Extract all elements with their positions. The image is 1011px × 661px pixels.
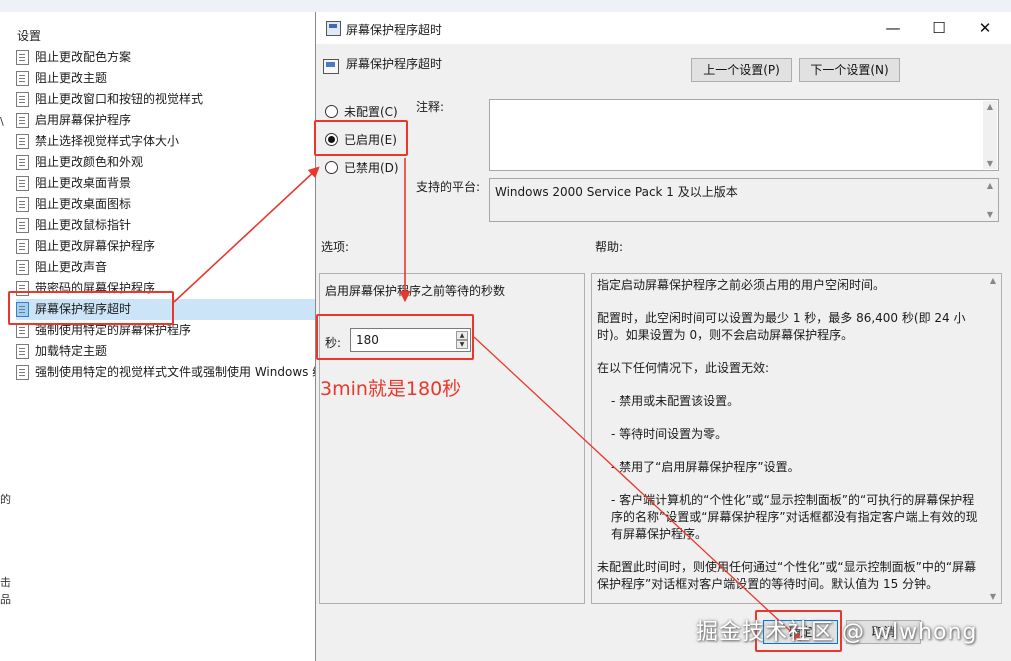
platform-scrollbar[interactable]: ▲ ▼ xyxy=(983,180,997,220)
watermark: 掘金技术社区 @ wlwhong xyxy=(696,620,978,645)
next-setting-button[interactable]: 下一个设置(N) xyxy=(799,58,900,82)
edge-text-fragment: \ xyxy=(0,115,4,128)
policy-setting-icon xyxy=(16,197,29,212)
policy-item[interactable]: 加载特定主题 xyxy=(16,341,316,362)
help-scrollbar[interactable]: ▲ ▼ xyxy=(986,275,1000,602)
policy-item[interactable]: 阻止更改鼠标指针 xyxy=(16,215,316,236)
annotation-box-policy-item xyxy=(8,291,174,325)
policy-setting-icon xyxy=(16,92,29,107)
policy-setting-icon xyxy=(16,344,29,359)
policy-list: 阻止更改配色方案 阻止更改主题 阻止更改窗口和按钮的视觉样式 启用屏幕保护程序 … xyxy=(16,47,316,383)
scroll-down-icon[interactable]: ▼ xyxy=(983,159,997,168)
radio-not-configured[interactable]: 未配置(C) xyxy=(325,103,398,120)
policy-title: 屏幕保护程序超时 xyxy=(346,57,443,71)
policy-setting-icon xyxy=(16,260,29,275)
prev-setting-button[interactable]: 上一个设置(P) xyxy=(691,58,792,82)
scroll-down-icon[interactable]: ▼ xyxy=(986,592,1000,601)
minimize-icon[interactable]: — xyxy=(870,12,916,44)
policy-item[interactable]: 阻止更改窗口和按钮的视觉样式 xyxy=(16,89,316,110)
scroll-up-icon[interactable]: ▲ xyxy=(983,102,997,111)
policy-item[interactable]: 阻止更改屏幕保护程序 xyxy=(16,236,316,257)
maximize-icon[interactable]: ☐ xyxy=(916,12,962,44)
policy-item[interactable]: 阻止更改配色方案 xyxy=(16,47,316,68)
help-text: 指定启动屏幕保护程序之前必须占用的用户空闲时间。 配置时，此空闲时间可以设置为最… xyxy=(597,277,982,609)
platform-value: Windows 2000 Service Pack 1 及以上版本 xyxy=(495,185,738,199)
annotation-box-seconds xyxy=(316,314,474,360)
scroll-up-icon[interactable]: ▲ xyxy=(986,276,1000,285)
scroll-down-icon[interactable]: ▼ xyxy=(983,210,997,219)
annotation-text: 3min就是180秒 xyxy=(320,378,462,400)
help-paragraph: 在以下任何情况下，此设置无效: xyxy=(597,361,770,375)
help-paragraph: 指定启动屏幕保护程序之前必须占用的用户空闲时间。 xyxy=(597,278,886,292)
edge-text-fragment: 击 xyxy=(0,576,11,589)
comment-scrollbar[interactable]: ▲ ▼ xyxy=(983,101,997,169)
policy-setting-icon xyxy=(16,218,29,233)
comment-label: 注释: xyxy=(416,100,445,114)
platform-label: 支持的平台: xyxy=(416,180,481,194)
help-panel: 指定启动屏幕保护程序之前必须占用的用户空闲时间。 配置时，此空闲时间可以设置为最… xyxy=(591,273,1002,604)
policy-item[interactable]: 阻止更改颜色和外观 xyxy=(16,152,316,173)
title-bar[interactable]: 屏幕保护程序超时 — ☐ ✕ xyxy=(316,12,1011,44)
policy-item[interactable]: 阻止更改主题 xyxy=(16,68,316,89)
help-paragraph: - 等待时间设置为零。 xyxy=(611,427,728,441)
policy-setting-icon xyxy=(16,113,29,128)
policy-list-header[interactable]: 设置 xyxy=(17,27,41,44)
annotation-box-enabled-radio xyxy=(314,120,408,156)
policy-item[interactable]: 阻止更改声音 xyxy=(16,257,316,278)
policy-setting-icon xyxy=(323,59,339,74)
policy-item[interactable]: 启用屏幕保护程序 xyxy=(16,110,316,131)
help-paragraph: 配置时，此空闲时间可以设置为最少 1 秒，最多 86,400 秒(即 24 小时… xyxy=(597,311,966,342)
platform-box: Windows 2000 Service Pack 1 及以上版本 ▲ ▼ xyxy=(489,178,999,222)
help-paragraph: - 禁用或未配置该设置。 xyxy=(611,394,740,408)
policy-item[interactable]: 禁止选择视觉样式字体大小 xyxy=(16,131,316,152)
policy-list-panel: 设置 阻止更改配色方案 阻止更改主题 阻止更改窗口和按钮的视觉样式 启用屏幕保护… xyxy=(0,0,1011,661)
scroll-up-icon[interactable]: ▲ xyxy=(983,181,997,190)
policy-setting-icon xyxy=(16,71,29,86)
radio-circle[interactable] xyxy=(325,161,338,174)
policy-setting-icon xyxy=(16,239,29,254)
help-paragraph: - 禁用了“启用屏幕保护程序”设置。 xyxy=(611,460,800,474)
comment-textarea[interactable]: ▲ ▼ xyxy=(489,99,999,171)
close-icon[interactable]: ✕ xyxy=(962,12,1008,44)
policy-setting-icon xyxy=(16,365,29,380)
radio-disabled[interactable]: 已禁用(D) xyxy=(325,159,399,176)
window-title: 屏幕保护程序超时 xyxy=(346,23,443,37)
radio-circle[interactable] xyxy=(325,105,338,118)
edge-text-fragment: 的 xyxy=(0,493,11,506)
policy-item[interactable]: 阻止更改桌面图标 xyxy=(16,194,316,215)
help-label: 帮助: xyxy=(595,240,624,254)
help-paragraph: - 客户端计算机的“个性化”或“显示控制面板”的“可执行的屏幕保护程序的名称”设… xyxy=(611,493,978,541)
policy-item[interactable]: 阻止更改桌面背景 xyxy=(16,173,316,194)
policy-setting-icon xyxy=(16,155,29,170)
policy-item[interactable]: 强制使用特定的视觉样式文件或强制使用 Windows 经 xyxy=(16,362,316,383)
options-description: 启用屏幕保护程序之前等待的秒数 xyxy=(325,284,506,298)
policy-setting-icon xyxy=(16,50,29,65)
help-paragraph: 未配置此时间时，则使用任何通过“个性化”或“显示控制面板”中的“屏幕保护程序”对… xyxy=(597,560,977,591)
policy-setting-icon xyxy=(16,323,29,338)
policy-setting-icon xyxy=(16,134,29,149)
options-label: 选项: xyxy=(321,240,350,254)
policy-setting-icon xyxy=(16,176,29,191)
policy-app-icon xyxy=(326,21,341,36)
edge-text-fragment: 品 xyxy=(0,593,11,606)
window-top-strip xyxy=(0,0,1011,12)
